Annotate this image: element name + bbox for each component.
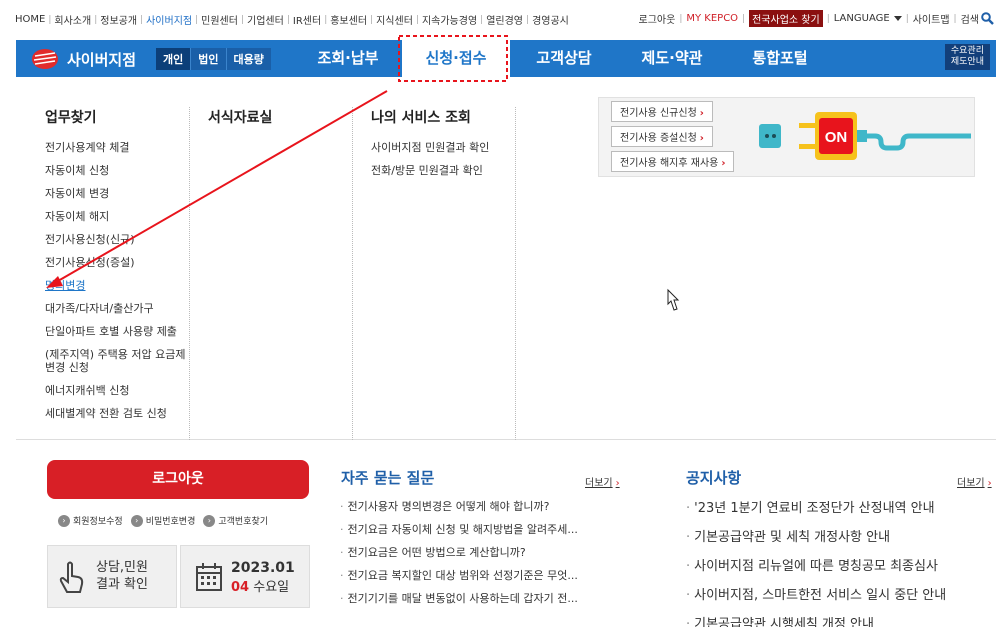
faq-more-link[interactable]: 더보기 › <box>585 474 620 489</box>
inquiry-line-1: 상담,민원 <box>96 560 148 575</box>
find-customer-number-link[interactable]: › 고객번호찾기 <box>203 514 268 527</box>
find-customer-number-label: 고객번호찾기 <box>218 517 269 527</box>
notice-item[interactable]: · '23년 1분기 연료비 조정단가 산정내역 안내 <box>686 501 946 516</box>
faq-title[interactable]: 자주 묻는 질문 <box>341 467 434 488</box>
notice-item[interactable]: · 기본공급약관 시행세칙 개정 안내 <box>686 617 946 627</box>
notice-item-text: 사이버지점 리뉴얼에 따른 명칭공모 최종심사 <box>694 559 938 574</box>
chevron-right-icon: › <box>58 514 70 527</box>
notice-item-text: 기본공급약관 시행세칙 개정 안내 <box>694 617 874 627</box>
notice-more-label: 더보기 <box>957 478 985 489</box>
notice-item-text: 기본공급약관 및 세칙 개정사항 안내 <box>694 530 891 545</box>
change-password-link[interactable]: › 비밀번호변경 <box>130 514 196 527</box>
faq-item-text: 전기요금 복지할인 대상 범위와 선정기준은 무엇... <box>347 569 578 582</box>
faq-list: · 전기사용자 명의변경은 어떻게 해야 합니까? · 전기요금 자동이체 신청 및… <box>340 500 578 615</box>
faq-item-text: 전기요금 자동이체 신청 및 해지방법을 알려주세... <box>347 523 578 536</box>
faq-item-text: 전기기기를 매달 변동없이 사용하는데 갑자기 전... <box>347 592 578 605</box>
notice-item-text: '23년 1분기 연료비 조정단가 산정내역 안내 <box>694 501 935 516</box>
date-year-month: 2023.01 <box>231 560 295 576</box>
faq-item[interactable]: · 전기기기를 매달 변동없이 사용하는데 갑자기 전... <box>340 592 578 605</box>
faq-item[interactable]: · 전기요금 복지할인 대상 범위와 선정기준은 무엇... <box>340 569 578 582</box>
notice-more-link[interactable]: 더보기 › <box>957 474 992 489</box>
page: HOME | 회사소개 | 정보공개 | 사이버지점 | 민원센터 | 기업센터 | IR센… <box>0 0 1004 627</box>
faq-item[interactable]: · 전기요금은 어떤 방법으로 계산합니까? <box>340 546 578 559</box>
faq-item-text: 전기사용자 명의변경은 어떻게 해야 합니까? <box>347 500 550 513</box>
notice-item-text: 사이버지점, 스마트한전 서비스 일시 중단 안내 <box>694 588 947 603</box>
account-links: › 회원정보수정 › 비밀번호변경 › 고객번호찾기 <box>58 514 276 527</box>
faq-item[interactable]: · 전기요금 자동이체 신청 및 해지방법을 알려주세... <box>340 523 578 536</box>
date-weekday: 수요일 <box>253 580 290 595</box>
faq-item-text: 전기요금은 어떤 방법으로 계산합니까? <box>347 546 526 559</box>
change-password-label: 비밀번호변경 <box>145 517 196 527</box>
notice-list: · '23년 1분기 연료비 조정단가 산정내역 안내 · 기본공급약관 및 세칙 … <box>686 501 946 627</box>
chevron-right-icon: › <box>203 514 216 527</box>
chevron-right-icon: › <box>130 514 143 527</box>
logout-button[interactable]: 로그아웃 <box>47 460 309 499</box>
notice-item[interactable]: · 사이버지점 리뉴얼에 따른 명칭공모 최종심사 <box>686 559 946 574</box>
hand-pointer-icon <box>59 561 84 593</box>
notice-title[interactable]: 공지사항 <box>686 467 741 488</box>
edit-profile-link[interactable]: › 회원정보수정 <box>58 514 123 527</box>
edit-profile-label: 회원정보수정 <box>73 517 123 527</box>
faq-item[interactable]: · 전기사용자 명의변경은 어떻게 해야 합니까? <box>340 500 578 513</box>
calendar-icon <box>196 563 222 591</box>
inquiry-result-box[interactable]: 상담,민원 결과 확인 <box>47 545 177 608</box>
date-box: 2023.01 04 수요일 <box>180 545 310 608</box>
faq-more-label: 더보기 <box>585 478 613 489</box>
notice-item[interactable]: · 사이버지점, 스마트한전 서비스 일시 중단 안내 <box>686 588 946 603</box>
inquiry-line-2: 결과 확인 <box>96 577 148 592</box>
notice-item[interactable]: · 기본공급약관 및 세칙 개정사항 안내 <box>686 530 946 545</box>
date-day: 04 <box>231 580 250 595</box>
